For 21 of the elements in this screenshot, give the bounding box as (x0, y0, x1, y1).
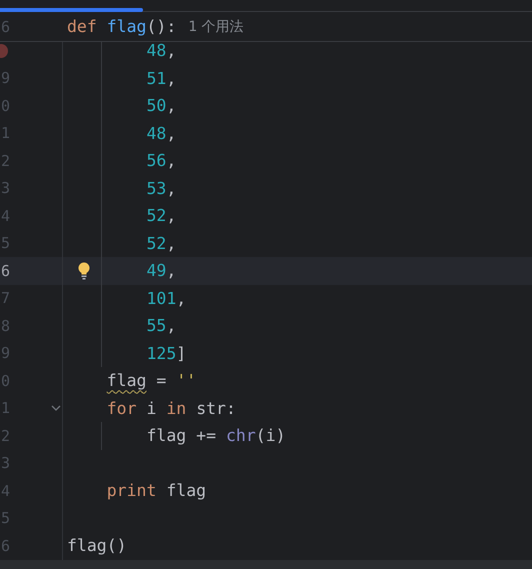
lightbulb-icon[interactable] (78, 262, 90, 280)
code-line: print flag (106, 481, 206, 500)
code-line: 53, (146, 178, 176, 198)
code-line: 52, (146, 206, 176, 226)
code-line: flag = '' (106, 371, 196, 390)
code-line: 50, (146, 96, 176, 116)
code-line: 49, (146, 261, 176, 280)
code-line: def flag(): (67, 17, 176, 36)
code-line: 101, (146, 288, 186, 308)
line-number: 6 (0, 262, 10, 280)
code-line: flag += chr(i) (146, 426, 286, 446)
code-line: 48, (146, 41, 176, 60)
code-line: 51, (146, 68, 176, 88)
code-line: 52, (146, 234, 176, 253)
code-line: 56, (146, 151, 176, 170)
code-line: 125] (146, 344, 186, 363)
code-line: 48, (146, 124, 176, 143)
usage-hint[interactable]: 1 个用法 (188, 18, 244, 36)
code-line: flag() (67, 536, 127, 556)
code-line: for i in str: (106, 398, 236, 418)
code-line: 55, (146, 316, 176, 336)
